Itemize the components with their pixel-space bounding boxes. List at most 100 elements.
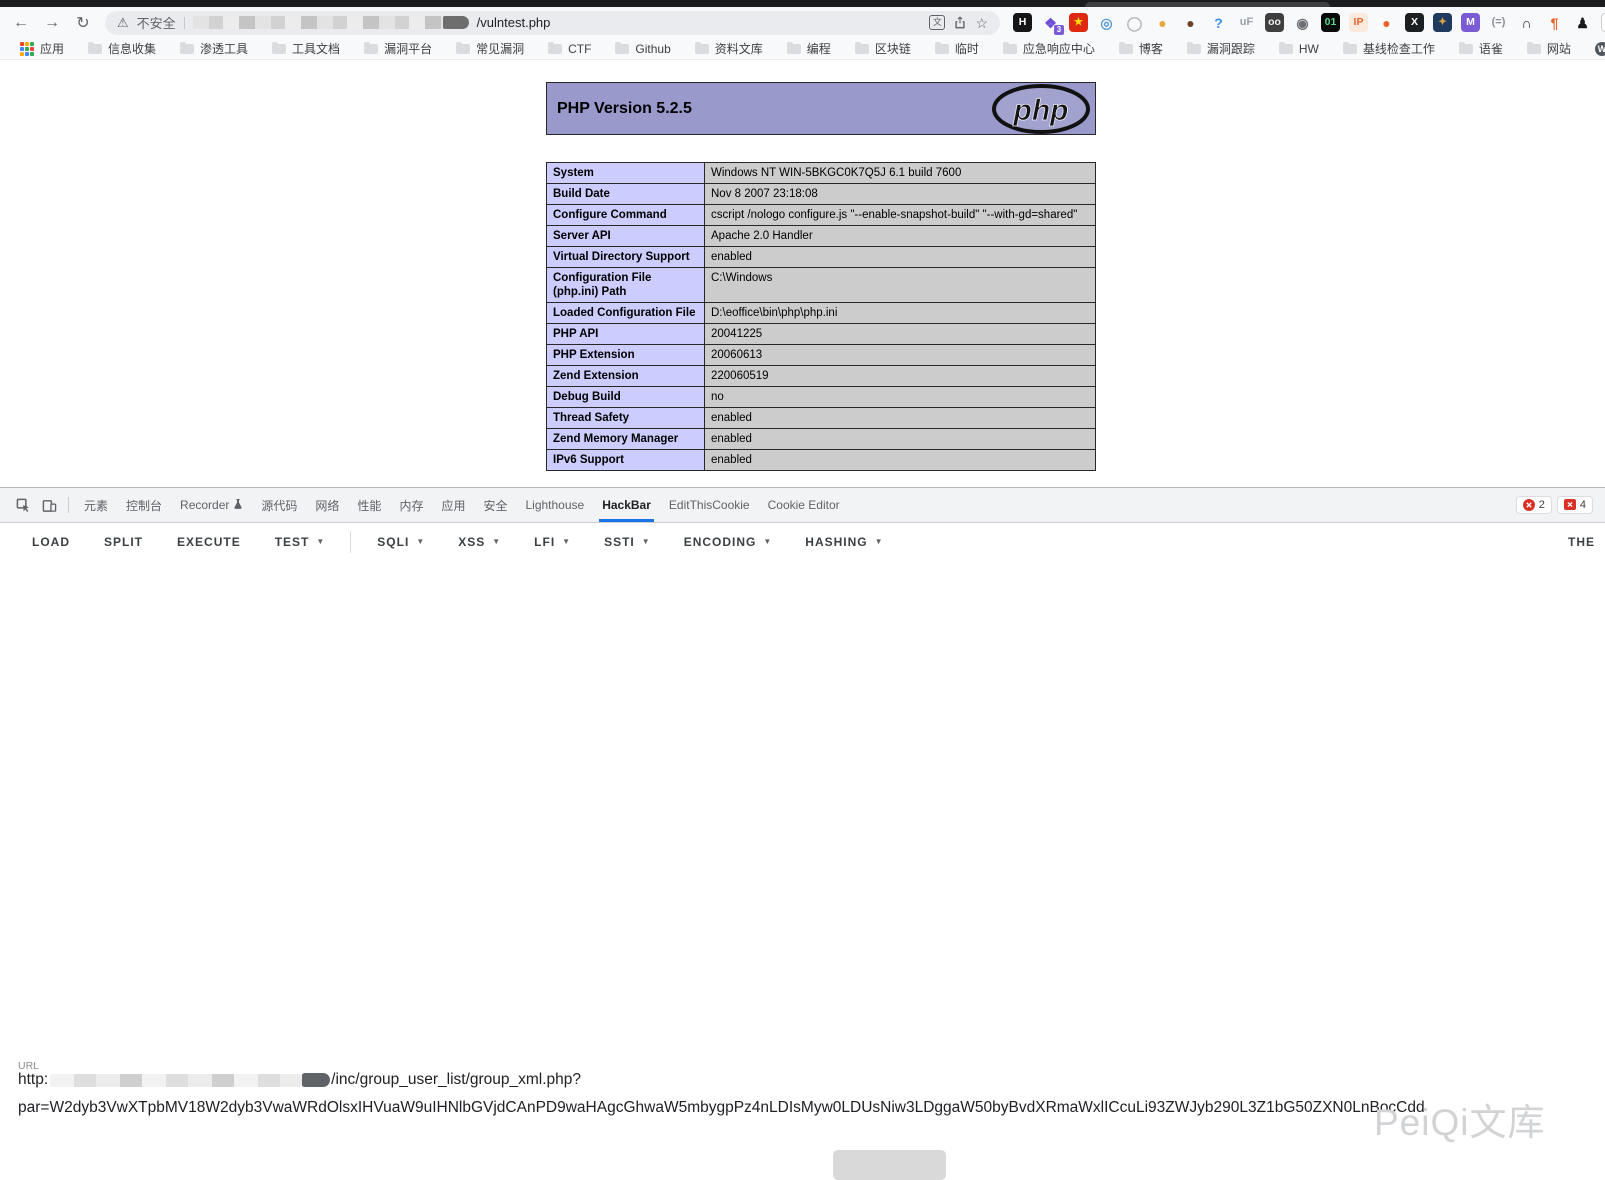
hackbar-lfi-menu[interactable]: LFI▼ bbox=[534, 535, 570, 549]
redacted-host-end bbox=[443, 16, 469, 29]
share-icon[interactable] bbox=[953, 15, 967, 31]
redacted-host-blur bbox=[50, 1074, 312, 1087]
phpinfo-row-label: Virtual Directory Support bbox=[547, 247, 705, 268]
hackbar-encoding-menu[interactable]: ENCODING▼ bbox=[684, 535, 772, 549]
bookmark-item[interactable]: 漏洞平台 bbox=[352, 40, 444, 57]
spy-glasses-extension-icon[interactable]: oo bbox=[1265, 13, 1284, 32]
mail-extension-icon[interactable]: M bbox=[1461, 13, 1480, 32]
pilcrow-proxy-extension-icon[interactable]: ¶ bbox=[1545, 13, 1564, 32]
globe-extension-icon[interactable]: ◉ bbox=[1293, 13, 1312, 32]
x-extension-icon[interactable]: X bbox=[1405, 13, 1424, 32]
bookmark-item[interactable]: Github bbox=[603, 42, 682, 56]
ninja-extension-icon[interactable]: ♟ bbox=[1573, 13, 1592, 32]
bookmark-item[interactable]: 渗透工具 bbox=[168, 40, 260, 57]
h-extension-icon[interactable]: H bbox=[1013, 13, 1032, 32]
devtools-tab-lighthouse[interactable]: Lighthouse bbox=[516, 488, 593, 522]
phpinfo-row: SystemWindows NT WIN-5BKGC0K7Q5J 6.1 bui… bbox=[547, 163, 1096, 184]
bookmark-item[interactable]: 漏洞跟踪 bbox=[1175, 40, 1267, 57]
bookmark-item[interactable]: 博客 bbox=[1107, 40, 1175, 57]
wordpress-icon: W bbox=[1595, 42, 1605, 56]
console-errors-badge[interactable]: 2 bbox=[1516, 496, 1552, 514]
bookmark-item[interactable]: 应用 bbox=[8, 40, 76, 57]
hackbar-hashing-menu[interactable]: HASHING▼ bbox=[805, 535, 882, 549]
bookmark-item[interactable]: 信息收集 bbox=[76, 40, 168, 57]
hackbar-execute-button[interactable]: EXECUTE bbox=[177, 535, 241, 549]
hackbar-payload-text[interactable]: par=W2dyb3VwXTpbMV18W2dyb3VwaWRdOlsxIHVu… bbox=[18, 1099, 1425, 1117]
device-toolbar-icon[interactable] bbox=[36, 498, 62, 513]
cookie-light-extension-icon[interactable]: ● bbox=[1153, 13, 1172, 32]
hackbar-sqli-menu[interactable]: SQLI▼ bbox=[377, 535, 424, 549]
hackbar-test-menu[interactable]: TEST▼ bbox=[275, 535, 325, 549]
uf-extension-icon[interactable]: uF bbox=[1237, 13, 1256, 32]
phpinfo-row-label: IPv6 Support bbox=[547, 450, 705, 471]
bookmark-item[interactable]: HW bbox=[1267, 42, 1331, 56]
hackbar-item-label: ENCODING bbox=[684, 535, 757, 549]
devtools-tab-元素[interactable]: 元素 bbox=[75, 488, 117, 522]
cookie-dark-extension-icon[interactable]: ● bbox=[1181, 13, 1200, 32]
hackbar-load-button[interactable]: LOAD bbox=[32, 535, 70, 549]
bookmark-item[interactable]: 常见漏洞 bbox=[444, 40, 536, 57]
forward-icon[interactable]: → bbox=[43, 14, 61, 32]
inspect-element-icon[interactable] bbox=[10, 498, 36, 513]
bookmark-item[interactable]: CTF bbox=[536, 42, 603, 56]
phpinfo-header: PHP Version 5.2.5 php bbox=[546, 82, 1096, 135]
hackbar-separator bbox=[350, 531, 351, 553]
hat-extension-icon[interactable]: ∩ bbox=[1517, 13, 1536, 32]
bookmark-label: 常见漏洞 bbox=[476, 40, 524, 57]
phpinfo-row-value: enabled bbox=[705, 429, 1096, 450]
peiqi-watermark: PeiQi文库 bbox=[1374, 1092, 1545, 1146]
bookmark-item[interactable]: 编程 bbox=[775, 40, 843, 57]
bookmark-item[interactable]: 工具文档 bbox=[260, 40, 352, 57]
hackbar-split-button[interactable]: SPLIT bbox=[104, 535, 143, 549]
hackbar-xss-menu[interactable]: XSS▼ bbox=[458, 535, 500, 549]
phpinfo-row-label: Zend Extension bbox=[547, 366, 705, 387]
bookmark-item[interactable]: 资料文库 bbox=[683, 40, 775, 57]
folder-icon bbox=[695, 44, 709, 54]
reload-icon[interactable]: ↻ bbox=[74, 13, 92, 33]
bookmark-item[interactable]: 应急响应中心 bbox=[991, 40, 1107, 57]
orange-ball-extension-icon[interactable]: ● bbox=[1377, 13, 1396, 32]
devtools-tab-性能[interactable]: 性能 bbox=[348, 488, 390, 522]
figure-extension-icon[interactable]: ♙ bbox=[1601, 13, 1605, 32]
url-bar[interactable]: ⚠ 不安全 /vulntest.php 文 ☆ bbox=[105, 11, 1000, 35]
question-extension-icon[interactable]: ? bbox=[1209, 13, 1228, 32]
devtools-tab-hackbar[interactable]: HackBar bbox=[593, 488, 660, 522]
devtools-tab-控制台[interactable]: 控制台 bbox=[117, 488, 171, 522]
bookmark-item[interactable]: 语雀 bbox=[1447, 40, 1515, 57]
hackbar-theme-button[interactable]: THE bbox=[1568, 535, 1595, 549]
ring-extension-icon[interactable]: ◯ bbox=[1125, 13, 1144, 32]
devtools-tab-内存[interactable]: 内存 bbox=[390, 488, 432, 522]
shield-extension-icon[interactable]: ✦ bbox=[1433, 13, 1452, 32]
bookmark-item[interactable]: 基线检查工作 bbox=[1331, 40, 1447, 57]
bookmark-item[interactable]: W添加新网址 ‹ PeiQi... bbox=[1583, 40, 1605, 57]
back-icon[interactable]: ← bbox=[12, 14, 30, 32]
devtools-tab-安全[interactable]: 安全 bbox=[474, 488, 516, 522]
devtools-tab-editthiscookie[interactable]: EditThisCookie bbox=[660, 488, 759, 522]
bookmark-item[interactable]: 临时 bbox=[923, 40, 991, 57]
folder-icon bbox=[272, 44, 286, 54]
binary-extension-icon[interactable]: 01 bbox=[1321, 13, 1340, 32]
cn-flag-extension-icon[interactable]: ★ bbox=[1069, 13, 1088, 32]
bookmark-item[interactable]: 网站 bbox=[1515, 40, 1583, 57]
bookmark-star-icon[interactable]: ☆ bbox=[975, 16, 988, 30]
devtools-tab-cookie-editor[interactable]: Cookie Editor bbox=[759, 488, 849, 522]
php-logo-icon: php bbox=[991, 84, 1091, 134]
ip-extension-icon[interactable]: IP bbox=[1349, 13, 1368, 32]
bookmark-item[interactable]: 区块链 bbox=[843, 40, 923, 57]
translate-icon[interactable]: 文 bbox=[929, 15, 945, 30]
braces-extension-icon[interactable]: (=) bbox=[1489, 13, 1508, 32]
hackbar-ssti-menu[interactable]: SSTI▼ bbox=[604, 535, 650, 549]
devtools-tab-应用[interactable]: 应用 bbox=[432, 488, 474, 522]
devtools-badges: 2 4 bbox=[1516, 496, 1593, 514]
devtools-tab-源代码[interactable]: 源代码 bbox=[252, 488, 306, 522]
hackbar-item-label: EXECUTE bbox=[177, 535, 241, 549]
redacted-block bbox=[833, 1150, 946, 1180]
hackbar-url-line[interactable]: http: /inc/group_user_list/group_xml.php… bbox=[18, 1071, 581, 1089]
layers-extension-icon[interactable]: ❖3 bbox=[1041, 13, 1060, 32]
pin-extension-icon[interactable]: ◎ bbox=[1097, 13, 1116, 32]
bookmark-label: Github bbox=[635, 42, 670, 56]
issues-badge[interactable]: 4 bbox=[1557, 496, 1593, 514]
devtools-tab-recorder[interactable]: Recorder bbox=[171, 488, 252, 522]
devtools-tab-网络[interactable]: 网络 bbox=[306, 488, 348, 522]
phpinfo-row-label: PHP API bbox=[547, 324, 705, 345]
